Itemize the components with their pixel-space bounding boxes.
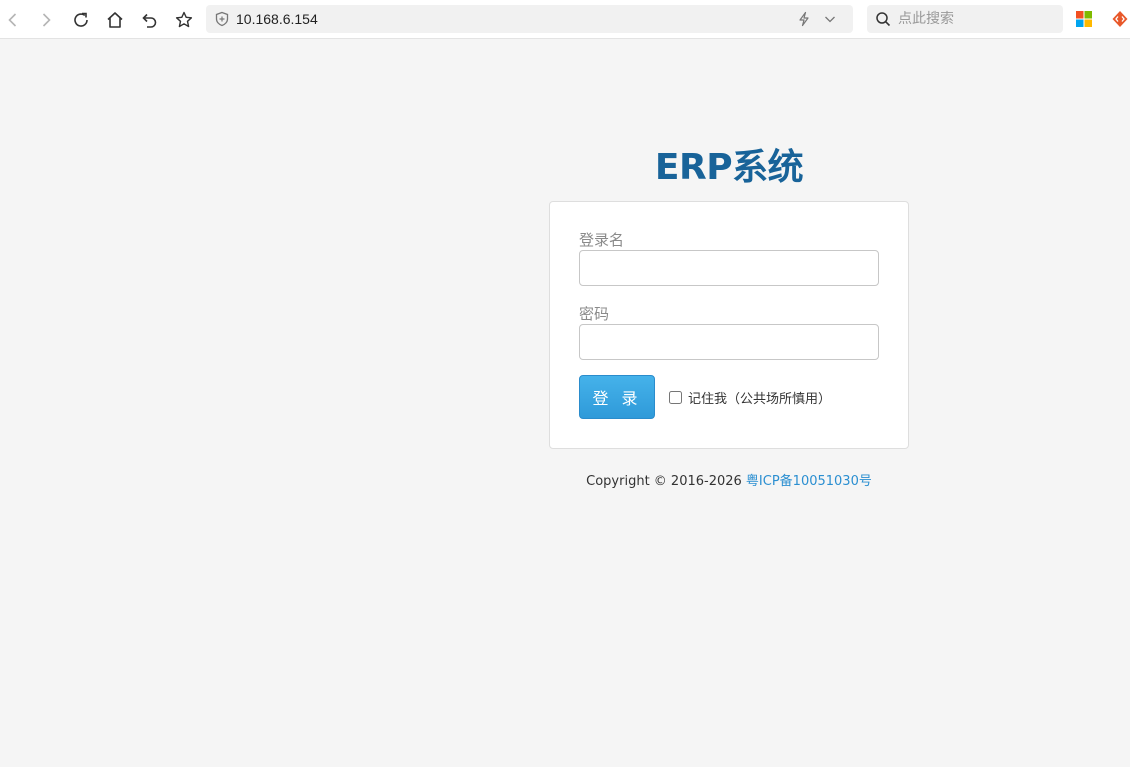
home-icon[interactable] (102, 7, 128, 33)
chevron-down-icon[interactable] (822, 11, 838, 27)
address-bar[interactable]: 10.168.6.154 (206, 5, 853, 33)
page-title: ERP系统 (654, 147, 804, 188)
lightning-icon[interactable] (796, 11, 812, 27)
login-card: 登录名 密码 登 录 记住我（公共场所慎用） (549, 201, 909, 449)
footer: Copyright © 2016-2026 粤ICP备10051030号 (549, 470, 909, 489)
icp-link[interactable]: 粤ICP备10051030号 (746, 474, 872, 489)
password-input[interactable] (579, 324, 879, 360)
remember-me[interactable]: 记住我（公共场所慎用） (669, 388, 831, 407)
extension-icon[interactable] (1111, 10, 1129, 28)
copyright-text: Copyright © 2016-2026 (586, 474, 746, 489)
url-text[interactable]: 10.168.6.154 (236, 5, 318, 33)
remember-me-label[interactable]: 记住我（公共场所慎用） (688, 388, 831, 407)
back-arrow-icon[interactable] (0, 7, 26, 33)
browser-toolbar: 10.168.6.154 (0, 0, 1130, 39)
username-input[interactable] (579, 250, 879, 286)
shield-icon[interactable] (214, 11, 230, 27)
browser-search-input[interactable] (898, 5, 1058, 33)
star-icon[interactable] (171, 7, 197, 33)
reload-icon[interactable] (68, 7, 94, 33)
browser-search-box[interactable] (867, 5, 1063, 33)
login-button[interactable]: 登 录 (579, 375, 655, 419)
search-icon[interactable] (875, 11, 891, 27)
username-label: 登录名 (579, 231, 625, 249)
password-label: 密码 (579, 305, 610, 323)
apps-grid-icon[interactable] (1076, 11, 1092, 27)
forward-arrow-icon[interactable] (33, 7, 59, 33)
undo-icon[interactable] (136, 7, 162, 33)
remember-me-checkbox[interactable] (669, 390, 682, 404)
